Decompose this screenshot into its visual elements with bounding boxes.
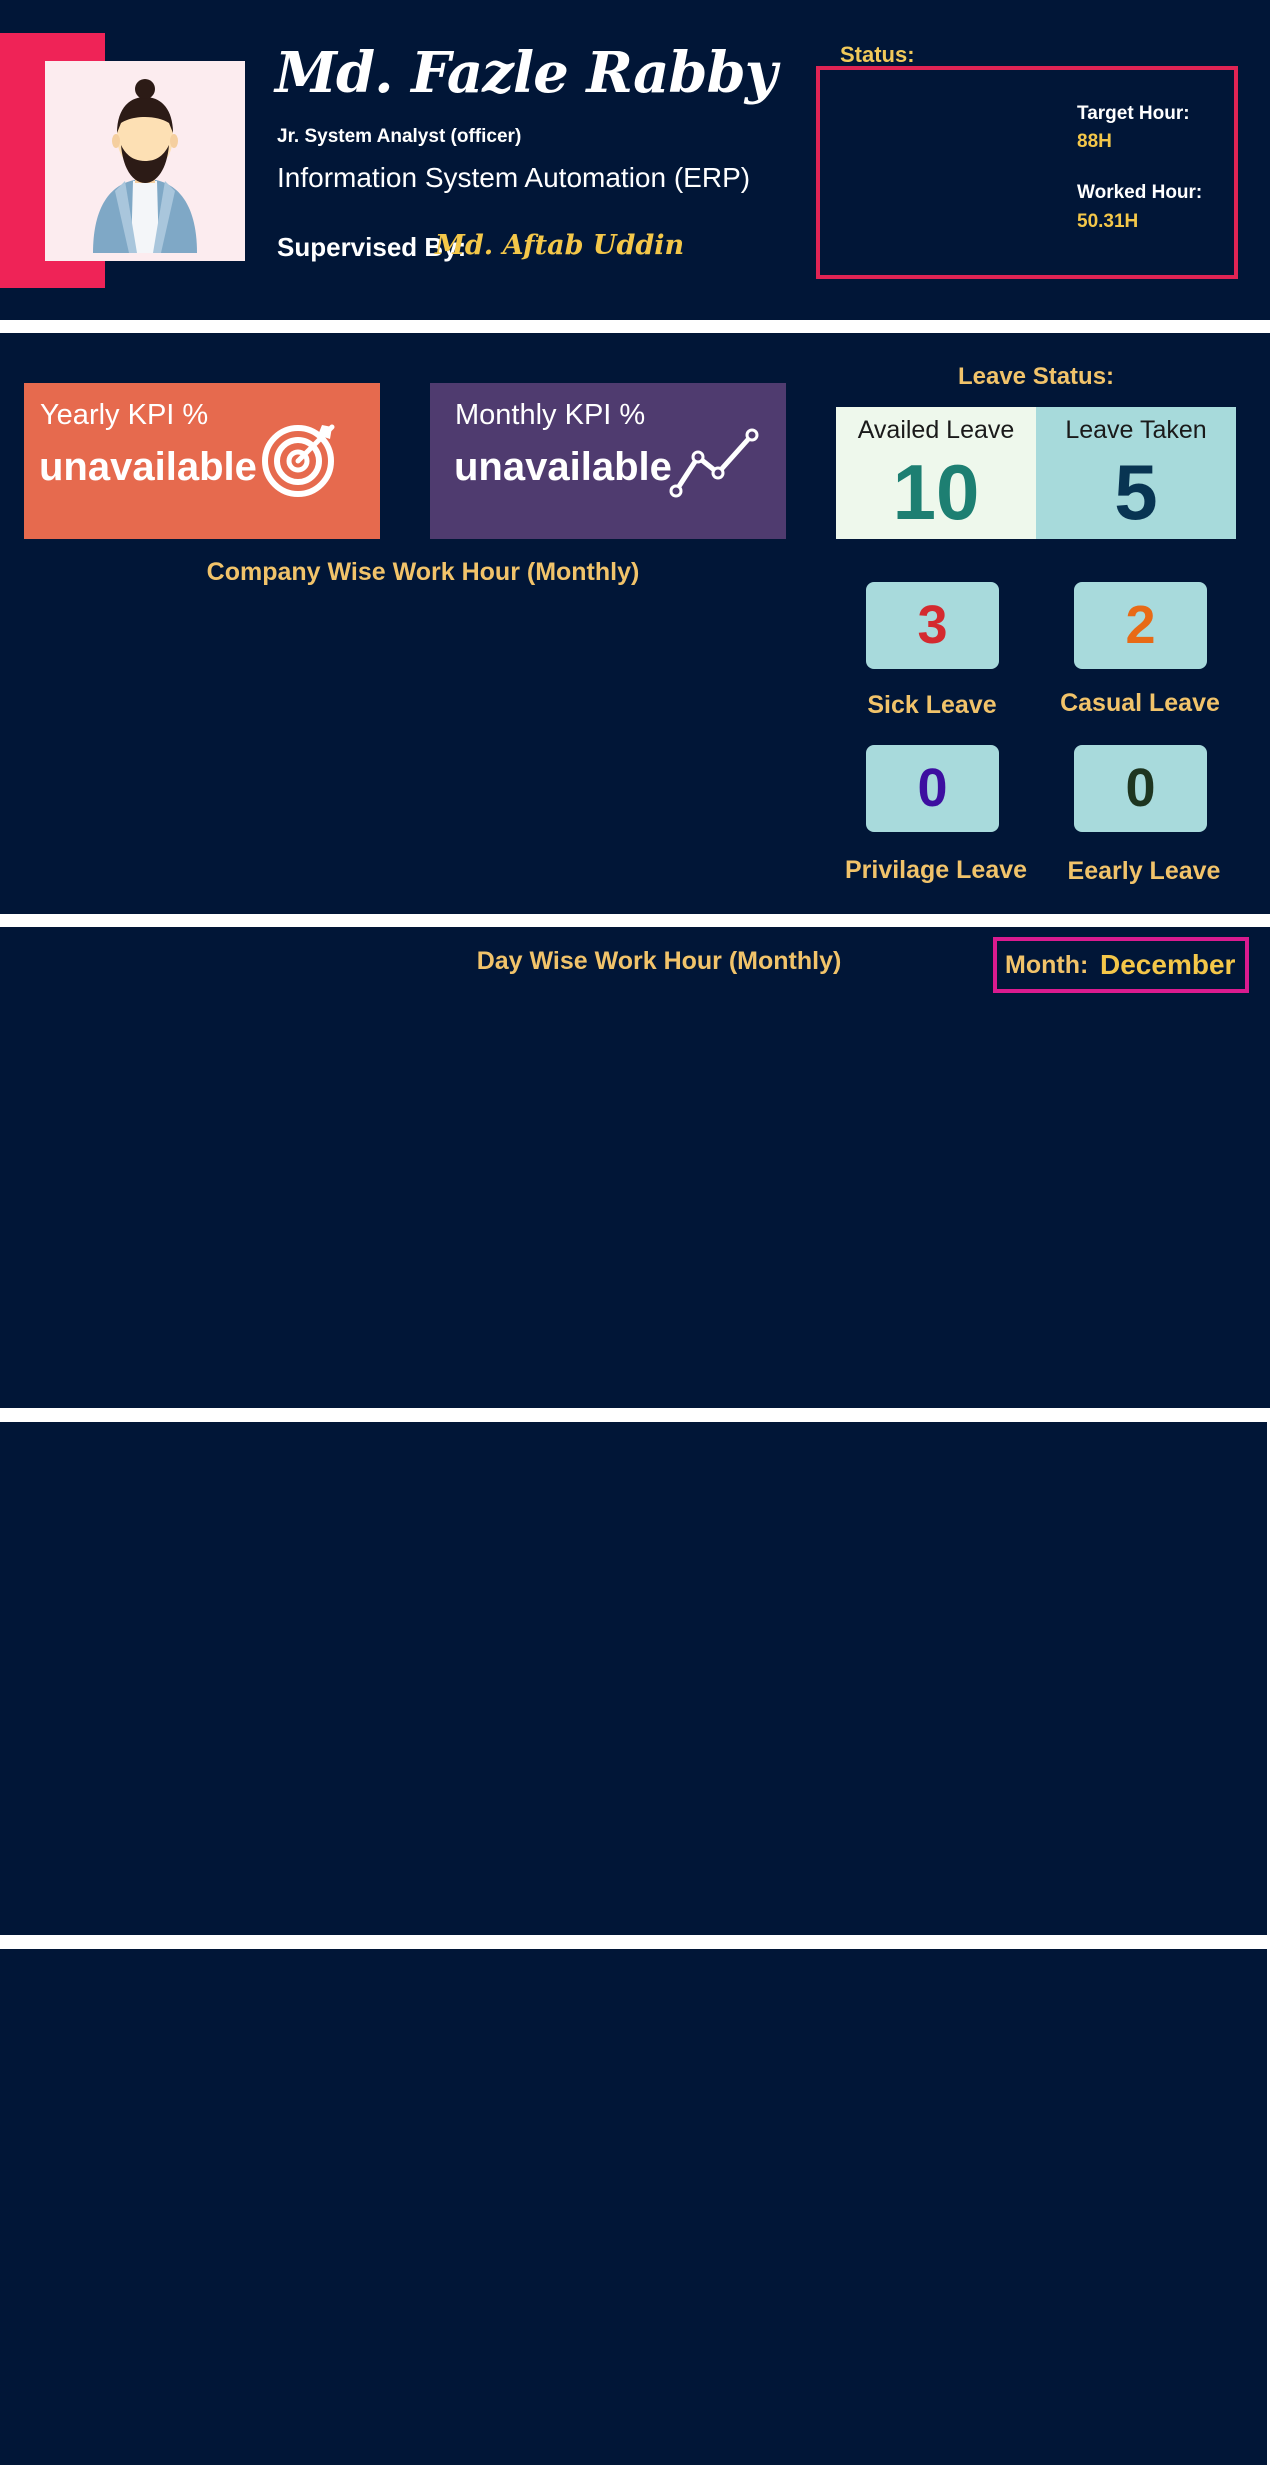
empty-chart-panel [0, 1422, 1267, 1935]
privilage-leave-count: 0 [866, 745, 999, 832]
monthly-kpi-card: Monthly KPI % unavailable [430, 383, 786, 539]
supervisor-name: Md. Aftab Uddin [435, 230, 685, 261]
leave-taken-cell: Leave Taken 5 [1036, 407, 1236, 539]
yearly-kpi-card: Yearly KPI % unavailable [24, 383, 380, 539]
yearly-kpi-value: unavailable [39, 445, 257, 489]
leave-taken-value: 5 [1114, 448, 1158, 536]
status-label: Status: [840, 42, 915, 67]
availed-leave-value: 10 [892, 448, 980, 536]
yearly-kpi-title: Yearly KPI % [40, 399, 209, 431]
monthly-kpi-title: Monthly KPI % [455, 399, 646, 431]
privilage-leave-label: Privilage Leave [844, 856, 1028, 884]
leave-status-title: Leave Status: [957, 363, 1115, 390]
month-value[interactable]: December [1100, 949, 1235, 981]
worked-hour-label: Worked Hour: [1077, 182, 1203, 203]
avatar [45, 61, 245, 261]
kpi-leave-panel: Yearly KPI % unavailable Monthly KPI % u… [0, 333, 1270, 914]
department: Information System Automation (ERP) [277, 162, 751, 193]
target-icon [262, 424, 335, 497]
line-chart-icon [669, 428, 759, 498]
casual-leave-count: 2 [1074, 582, 1207, 669]
availed-leave-cell: Availed Leave 10 [836, 407, 1036, 539]
month-label: Month: [1005, 951, 1089, 979]
target-hour-label: Target Hour: [1077, 103, 1190, 124]
bearded-man-avatar-icon [93, 79, 197, 253]
profile-header-panel: Md. Fazle Rabby Jr. System Analyst (offi… [0, 0, 1270, 320]
company-work-hour-chart-area [24, 603, 786, 893]
day-work-hour-chart-area [20, 1007, 1250, 1387]
leave-taken-label: Leave Taken [1065, 416, 1207, 444]
casual-leave-label: Casual Leave [1060, 689, 1220, 717]
early-leave-count: 0 [1074, 745, 1207, 832]
day-wise-panel: Day Wise Work Hour (Monthly) Month: Dece… [0, 927, 1270, 1408]
target-hour-value: 88H [1077, 131, 1112, 152]
worked-hour-value: 50.31H [1077, 211, 1139, 232]
month-selector[interactable]: Month: December [993, 937, 1249, 993]
monthly-kpi-value: unavailable [454, 445, 672, 489]
company-work-hour-title: Company Wise Work Hour (Monthly) [206, 558, 640, 586]
empty-chart-panel-bottom [0, 1949, 1267, 2465]
early-leave-label: Eearly Leave [1067, 857, 1221, 885]
sick-leave-label: Sick Leave [867, 691, 997, 719]
designation: Jr. System Analyst (officer) [277, 126, 522, 147]
availed-leave-label: Availed Leave [857, 416, 1015, 444]
sick-leave-count: 3 [866, 582, 999, 669]
employee-name: Md. Fazle Rabby [275, 40, 777, 106]
status-box [816, 66, 1238, 279]
